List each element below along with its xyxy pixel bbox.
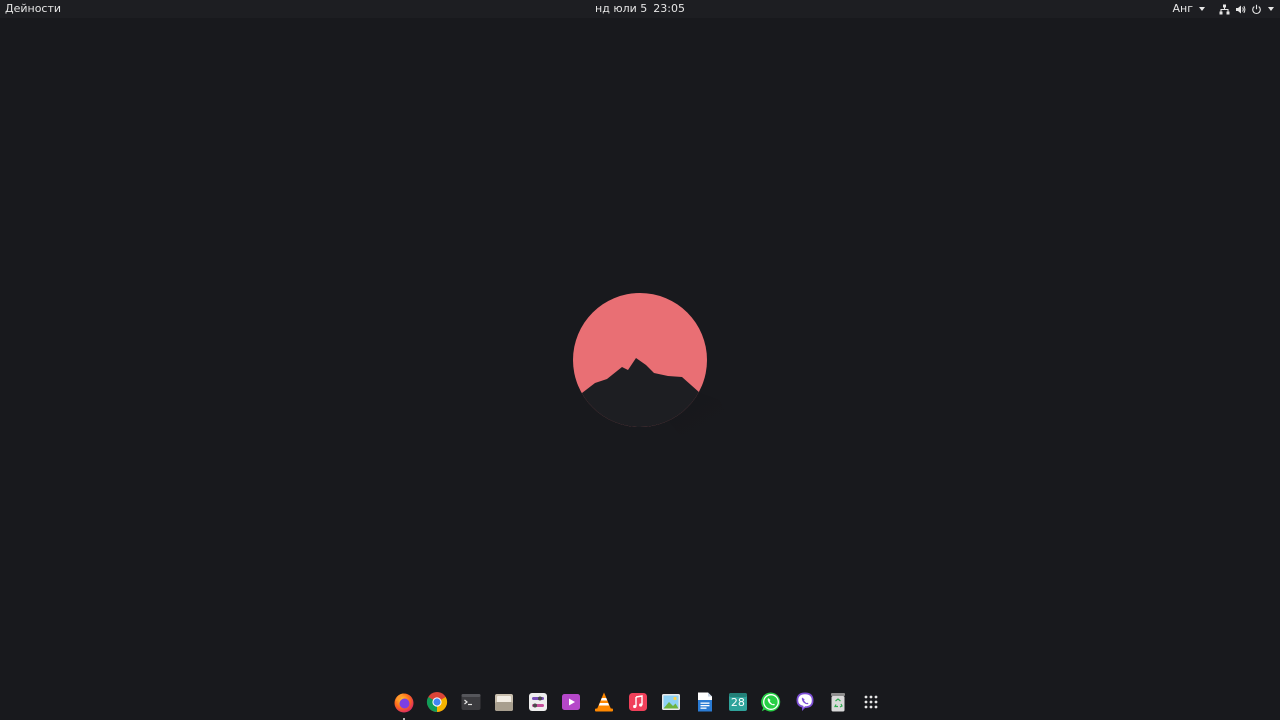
settings-icon (528, 693, 547, 711)
trash-icon (831, 693, 846, 712)
music-icon (628, 693, 647, 711)
dock-item-writer[interactable] (694, 691, 716, 713)
dock-item-files[interactable] (493, 691, 515, 713)
keyboard-layout-menu[interactable]: Анг (1172, 0, 1205, 18)
chrome-icon (427, 692, 448, 713)
writer-icon (697, 692, 712, 712)
dock-item-vlc[interactable] (593, 691, 615, 713)
desktop[interactable]: Дейности нд юли 5 23:05 Анг 28 (0, 0, 1280, 720)
activities-button[interactable]: Дейности (5, 0, 61, 18)
app-grid-icon (865, 695, 878, 709)
clock[interactable]: нд юли 5 23:05 (560, 0, 720, 18)
volume-icon (1235, 4, 1251, 15)
top-bar: Дейности нд юли 5 23:05 Анг (0, 0, 1280, 18)
dock-item-settings[interactable] (527, 691, 549, 713)
dock-item-firefox[interactable] (393, 691, 415, 720)
dock-item-image-viewer[interactable] (660, 691, 682, 713)
terminal-icon (461, 694, 481, 710)
wallpaper-logo (560, 285, 750, 445)
clock-date: нд юли 5 (595, 2, 648, 15)
calendar-day: 28 (730, 696, 745, 709)
dock: 28 (393, 687, 887, 720)
system-menu[interactable] (1219, 4, 1274, 15)
dock-item-trash[interactable] (827, 691, 849, 713)
dock-item-videos[interactable] (560, 691, 582, 713)
dock-item-music[interactable] (627, 691, 649, 713)
vlc-icon (595, 692, 614, 712)
whatsapp-icon (761, 692, 781, 712)
files-icon (495, 694, 514, 711)
keyboard-layout-label: Анг (1172, 2, 1194, 15)
dock-item-whatsapp[interactable] (760, 691, 782, 713)
clock-time: 23:05 (653, 2, 685, 15)
chevron-down-icon (1268, 7, 1274, 11)
videos-icon (561, 694, 580, 710)
dock-item-viber[interactable] (794, 691, 816, 713)
dock-item-calendar[interactable]: 28 (727, 691, 749, 713)
viber-icon (796, 692, 814, 711)
image-viewer-icon (662, 694, 681, 710)
dock-item-show-applications[interactable] (860, 691, 882, 713)
firefox-icon (394, 693, 414, 713)
power-icon (1251, 4, 1267, 15)
dock-item-terminal[interactable] (460, 691, 482, 713)
dock-item-chrome[interactable] (426, 691, 448, 713)
network-icon (1219, 4, 1235, 15)
system-tray: Анг (1172, 0, 1274, 18)
chevron-down-icon (1199, 7, 1205, 11)
